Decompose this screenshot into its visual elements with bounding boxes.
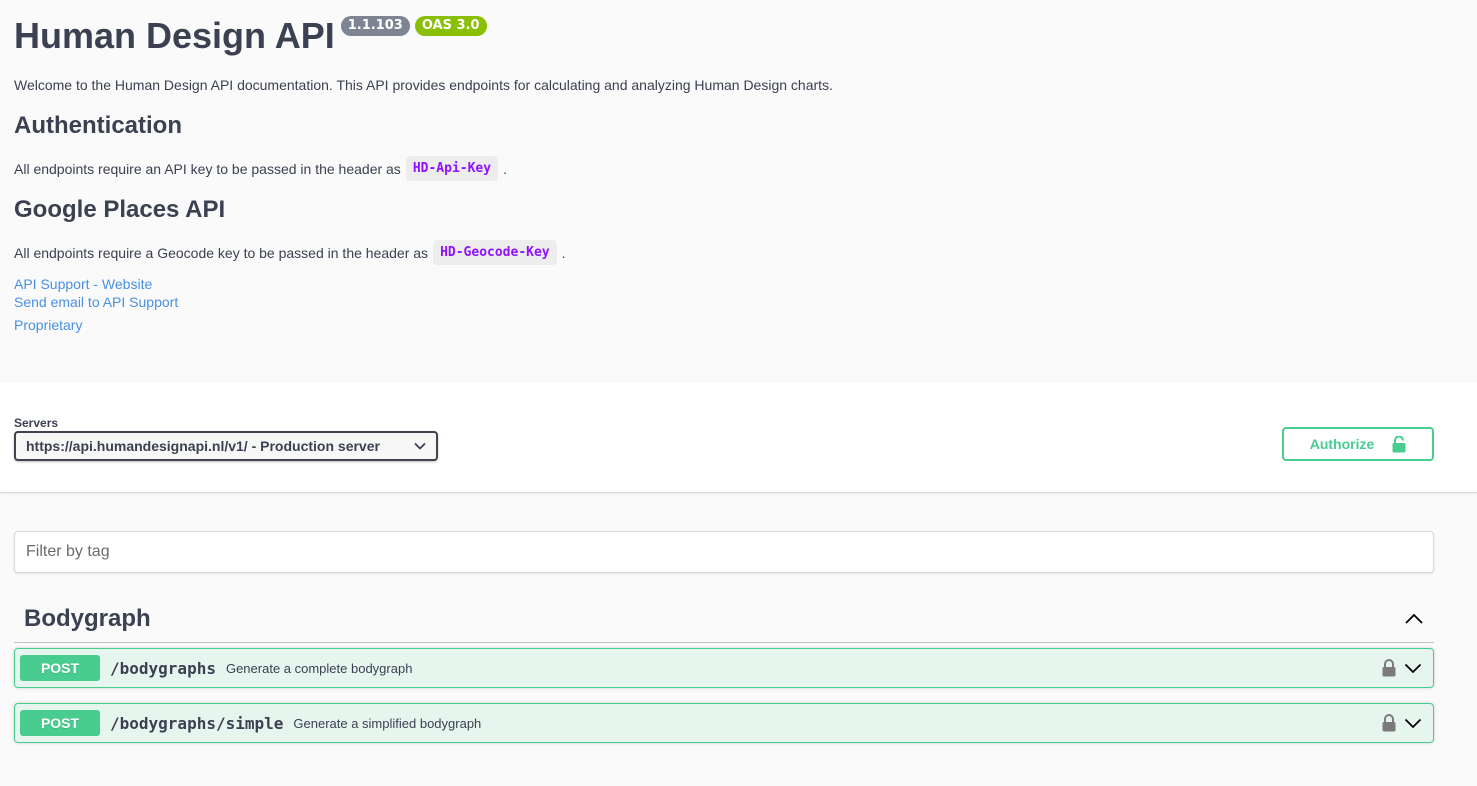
- version-badge: 1.1.103: [340, 16, 410, 36]
- authorize-button[interactable]: Authorize: [1282, 427, 1434, 461]
- info-section: Human Design API 1.1.103 OAS 3.0 Welcome…: [0, 0, 1477, 383]
- operation-icons: [1382, 714, 1428, 732]
- servers-section: Servers https://api.humandesignapi.nl/v1…: [0, 383, 1477, 493]
- server-select[interactable]: https://api.humandesignapi.nl/v1/ - Prod…: [14, 431, 438, 461]
- chevron-up-icon[interactable]: [1404, 613, 1424, 625]
- api-description: Welcome to the Human Design API document…: [14, 77, 833, 93]
- authentication-heading: Authentication: [14, 112, 182, 139]
- google-places-heading: Google Places API: [14, 196, 226, 223]
- google-places-text: All endpoints require a Geocode key to b…: [14, 240, 566, 265]
- period: .: [503, 160, 507, 177]
- chevron-down-icon[interactable]: [1404, 718, 1422, 729]
- chevron-down-icon[interactable]: [1404, 663, 1422, 674]
- api-key-code: HD-Api-Key: [405, 156, 499, 181]
- operation-post-bodygraphs-simple[interactable]: POST /bodygraphs/simple Generate a simpl…: [14, 703, 1434, 743]
- title-row: Human Design API 1.1.103 OAS 3.0: [14, 14, 487, 58]
- geocode-key-code: HD-Geocode-Key: [433, 240, 557, 265]
- method-badge: POST: [20, 655, 100, 681]
- period: .: [561, 244, 566, 261]
- lock-icon[interactable]: [1382, 659, 1396, 677]
- api-support-email-link[interactable]: Send email to API Support: [14, 293, 178, 311]
- page-title: Human Design API: [14, 15, 335, 56]
- operation-summary: Generate a simplified bodygraph: [293, 715, 482, 731]
- server-select-value: https://api.humandesignapi.nl/v1/ - Prod…: [26, 438, 380, 454]
- operation-path: /bodygraphs: [110, 658, 216, 678]
- filter-by-tag-input[interactable]: [14, 531, 1434, 573]
- authentication-text: All endpoints require an API key to be p…: [14, 156, 507, 181]
- lock-open-icon: [1392, 435, 1406, 453]
- operation-icons: [1382, 659, 1428, 677]
- oas-badge: OAS 3.0: [414, 16, 487, 36]
- method-badge: POST: [20, 710, 100, 736]
- authentication-text-label: All endpoints require an API key to be p…: [14, 160, 401, 177]
- servers-label: Servers: [14, 416, 59, 430]
- google-places-text-label: All endpoints require a Geocode key to b…: [14, 244, 429, 261]
- license-link[interactable]: Proprietary: [14, 316, 82, 334]
- operation-summary: Generate a complete bodygraph: [225, 660, 413, 676]
- operation-post-bodygraphs[interactable]: POST /bodygraphs Generate a complete bod…: [14, 648, 1434, 688]
- tag-title: Bodygraph: [24, 605, 151, 632]
- lock-icon[interactable]: [1382, 714, 1396, 732]
- operation-path: /bodygraphs/simple: [110, 713, 284, 733]
- api-support-website-link[interactable]: API Support - Website: [14, 275, 152, 293]
- authorize-button-label: Authorize: [1309, 436, 1375, 452]
- chevron-down-icon: [414, 442, 426, 450]
- tag-bodygraph-header[interactable]: Bodygraph: [14, 596, 1434, 643]
